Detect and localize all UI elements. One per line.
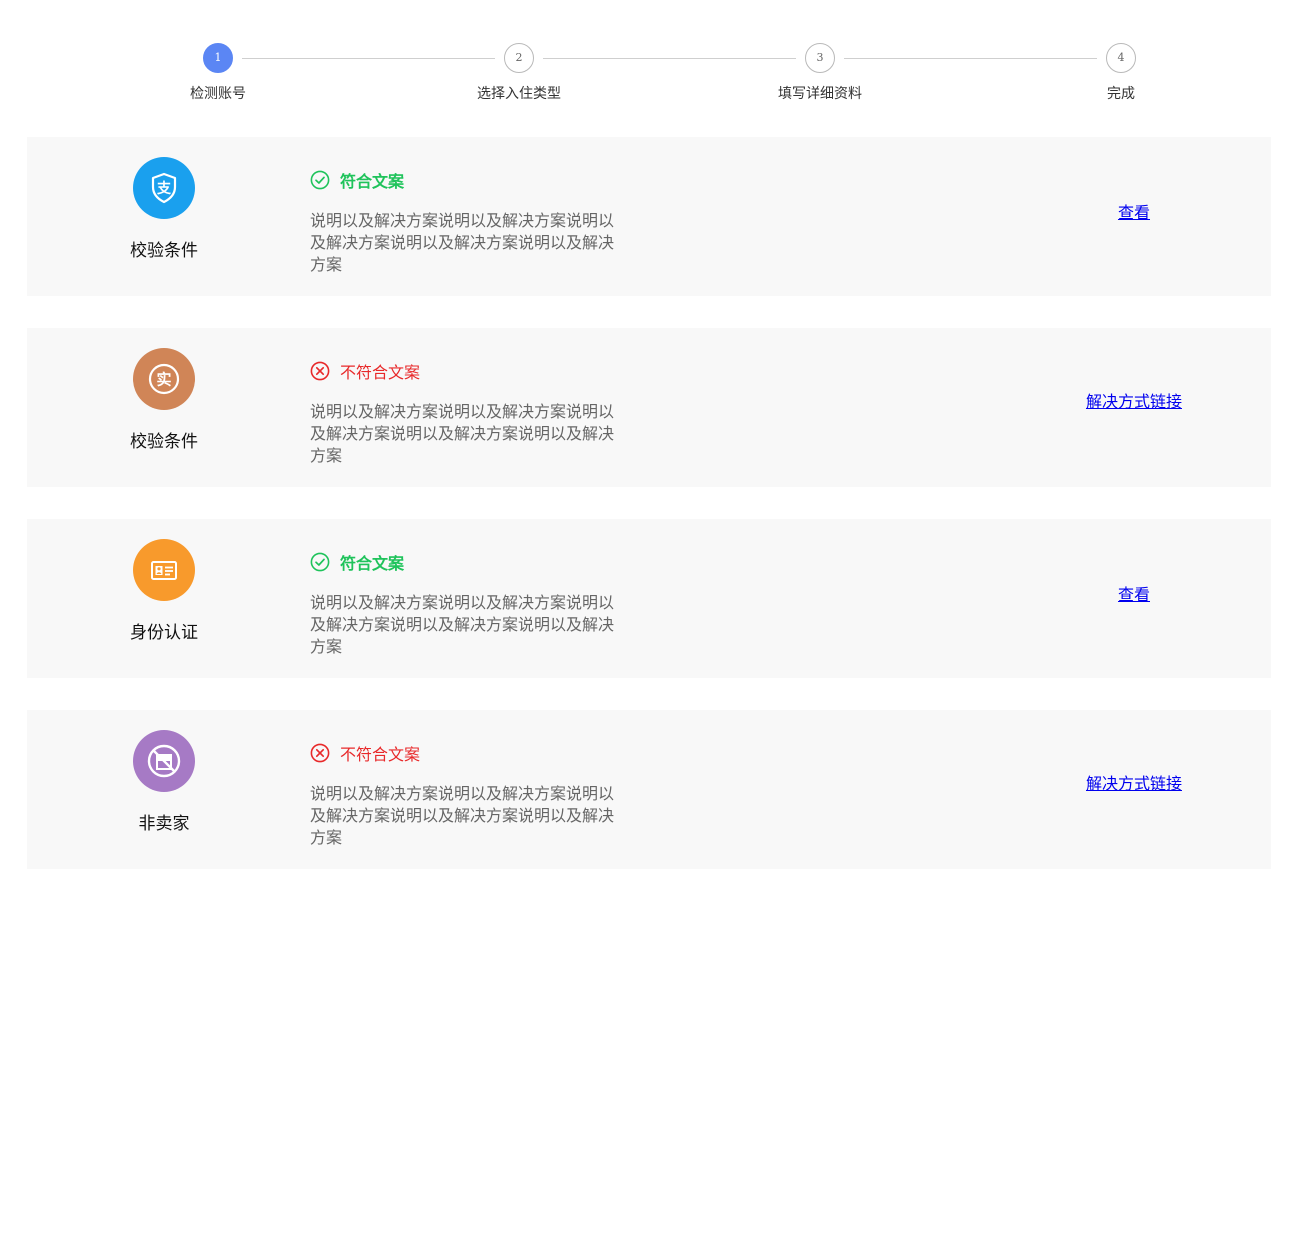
step-label: 填写详细资料 (778, 86, 862, 102)
check-description: 说明以及解决方案说明以及解决方案说明以及解决方案说明以及解决方案说明以及解决方案 (310, 211, 615, 274)
status-text: 符合文案 (340, 172, 405, 191)
check-name: 身份认证 (130, 623, 198, 643)
step-4: 4 完成 (1051, 43, 1191, 103)
step-number: 2 (504, 43, 534, 73)
check-description: 说明以及解决方案说明以及解决方案说明以及解决方案说明以及解决方案说明以及解决方案 (310, 593, 615, 656)
check-name: 非卖家 (138, 814, 190, 834)
check-description: 说明以及解决方案说明以及解决方案说明以及解决方案说明以及解决方案说明以及解决方案 (310, 402, 615, 465)
step-3: 3 填写详细资料 (750, 43, 890, 103)
status-pass: 符合文案 (310, 168, 404, 192)
status-text: 不符合文案 (340, 745, 421, 764)
step-number: 1 (203, 43, 233, 73)
step-number: 3 (805, 43, 835, 73)
solution-link[interactable]: 解决方式链接 (1077, 770, 1191, 794)
check-row-real-name: 实 校验条件 不符合文案 说明以及解决方案说明以及解决方案说明以及解决方案说明以… (27, 328, 1271, 487)
status-fail: 不符合文案 (310, 741, 420, 765)
svg-text:实: 实 (156, 371, 171, 389)
real-name-icon: 实 (133, 348, 195, 410)
status-pass: 符合文案 (310, 550, 404, 574)
check-circle-icon (310, 170, 330, 190)
check-icon-group: 身份认证 (103, 539, 225, 643)
check-description: 说明以及解决方案说明以及解决方案说明以及解决方案说明以及解决方案说明以及解决方案 (310, 784, 615, 847)
step-label: 选择入住类型 (477, 86, 561, 102)
progress-stepper: 1 检测账号 2 选择入住类型 3 填写详细资料 4 完成 (0, 0, 1298, 120)
step-number: 4 (1106, 43, 1136, 73)
check-row-non-seller: 非卖家 不符合文案 说明以及解决方案说明以及解决方案说明以及解决方案说明以及解决… (27, 710, 1271, 869)
step-2: 2 选择入住类型 (449, 43, 589, 103)
id-card-icon (133, 539, 195, 601)
svg-text:支: 支 (156, 180, 172, 197)
view-link[interactable]: 查看 (1077, 581, 1191, 605)
check-circle-icon (310, 552, 330, 572)
check-row-alipay: 支 校验条件 符合文案 说明以及解决方案说明以及解决方案说明以及解决方案说明以及… (27, 137, 1271, 296)
status-fail: 不符合文案 (310, 359, 420, 383)
close-circle-icon (310, 361, 330, 381)
step-label: 完成 (1107, 86, 1135, 102)
check-icon-group: 实 校验条件 (103, 348, 225, 452)
step-label: 检测账号 (190, 86, 246, 102)
close-circle-icon (310, 743, 330, 763)
no-store-icon (133, 730, 195, 792)
check-name: 校验条件 (130, 241, 198, 261)
check-row-identity: 身份认证 符合文案 说明以及解决方案说明以及解决方案说明以及解决方案说明以及解决… (27, 519, 1271, 678)
view-link[interactable]: 查看 (1077, 199, 1191, 223)
check-icon-group: 支 校验条件 (103, 157, 225, 261)
check-icon-group: 非卖家 (103, 730, 225, 834)
solution-link[interactable]: 解决方式链接 (1077, 388, 1191, 412)
alipay-icon: 支 (133, 157, 195, 219)
status-text: 不符合文案 (340, 363, 421, 382)
status-text: 符合文案 (340, 554, 405, 573)
check-name: 校验条件 (130, 432, 198, 452)
step-1: 1 检测账号 (148, 43, 288, 103)
